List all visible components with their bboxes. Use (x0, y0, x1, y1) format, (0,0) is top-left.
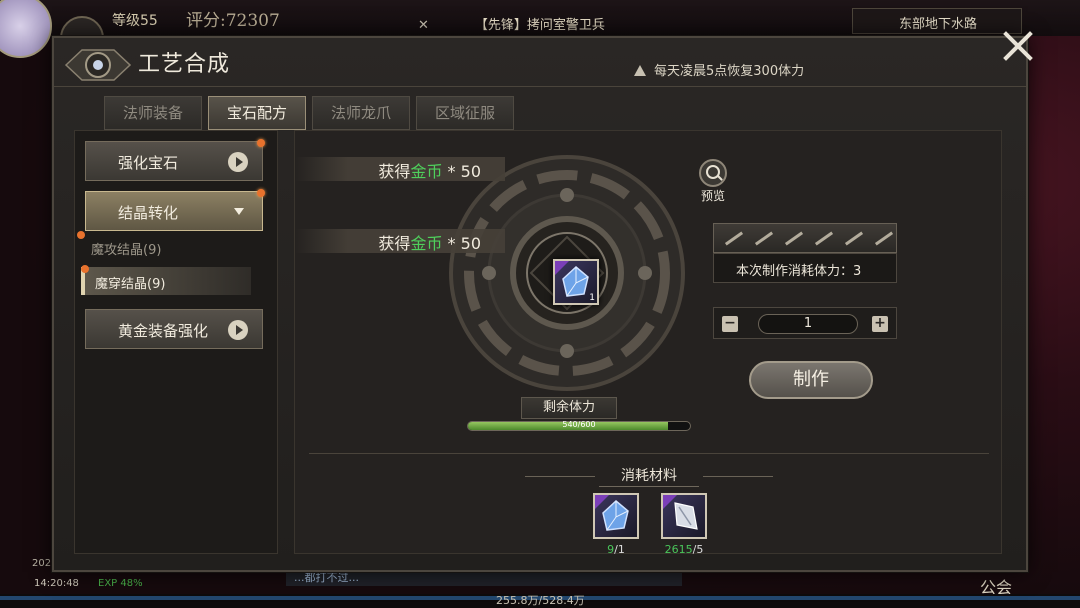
reward-prefix: 获得 (378, 162, 411, 181)
player-score: 评分:72307 (186, 11, 280, 31)
category-label: 结晶转化 (118, 204, 179, 222)
quantity-stepper: − 1 + (713, 307, 897, 339)
product-count: 1 (589, 293, 595, 303)
exp-label: EXP 48% (98, 578, 143, 589)
game-screen: 等级55 评分:72307 ✕ 【先锋】拷问室警卫兵 东部地下水路 2025 14… (0, 0, 1080, 608)
category-gold-equip-enhance[interactable]: 黄金装备强化 (85, 309, 263, 349)
wrench-icon (874, 231, 894, 246)
material-count: 9/1 (586, 543, 646, 556)
minus-button[interactable]: − (722, 316, 738, 332)
notification-dot (257, 139, 265, 147)
tab-mage-equipment[interactable]: 法师装备 (104, 96, 202, 130)
material-count: 2615/5 (654, 543, 714, 556)
wrench-icon (784, 231, 804, 246)
warning-icon (634, 65, 646, 76)
material-slot[interactable] (661, 493, 707, 539)
tab-region-conquest[interactable]: 区域征服 (416, 96, 514, 130)
subitem-magic-attack-crystal[interactable]: 魔攻结晶(9) (77, 231, 251, 261)
section-divider (309, 453, 989, 454)
material-slot[interactable] (593, 493, 639, 539)
reward-line: 获得金币 * 50 (295, 157, 505, 181)
category-sidebar: 强化宝石 结晶转化 魔攻结晶(9) 魔穿结晶(9) 黄金装备强化 (74, 130, 278, 554)
product-slot[interactable]: 1 (553, 259, 599, 305)
wrench-icon (754, 231, 774, 246)
stamina-label: 剩余体力 (521, 397, 617, 419)
crafting-window: 工艺合成 每天凌晨5点恢复300体力 法师装备 宝石配方 法师龙爪 区域征服 强… (52, 31, 1033, 572)
category-label: 强化宝石 (118, 154, 179, 172)
player-level: 等级55 (112, 13, 158, 29)
category-enhance-gem[interactable]: 强化宝石 (85, 139, 265, 181)
wrench-icon (814, 231, 834, 246)
reward-line: 获得金币 * 50 (295, 229, 505, 253)
tool-durability-strip (713, 223, 897, 253)
category-label: 黄金装备强化 (118, 322, 209, 340)
window-emblem-icon (64, 49, 132, 81)
magnifier-icon (699, 159, 727, 187)
stamina-text: 540/600 (562, 420, 596, 429)
subitem-label: 魔攻结晶(9) (91, 243, 162, 258)
ornament-line (703, 476, 773, 477)
stamina-cost-label: 本次制作消耗体力：3 (713, 253, 897, 283)
materials-title: 消耗材料 (599, 465, 699, 487)
tab-gem-recipes[interactable]: 宝石配方 (208, 96, 306, 130)
reward-amount: * 50 (447, 162, 481, 181)
subitem-magic-pierce-crystal[interactable]: 魔穿结晶(9) (81, 265, 251, 295)
chevron-down-icon (234, 208, 244, 215)
reward-currency: 金币 (410, 162, 443, 181)
notice-text: 每天凌晨5点恢复300体力 (654, 64, 805, 79)
play-arrow-icon (228, 152, 248, 172)
play-arrow-icon (228, 320, 248, 340)
material-have: 2615 (664, 543, 693, 556)
wrench-icon (724, 231, 744, 246)
quest-tracker[interactable]: ✕ 【先锋】拷问室警卫兵 (418, 14, 605, 33)
material-need: /5 (692, 543, 704, 556)
subitem-label: 魔穿结晶(9) (95, 277, 166, 292)
notification-dot (77, 231, 85, 239)
close-button[interactable] (1000, 28, 1036, 64)
preview-label: 预览 (700, 189, 725, 203)
craft-button[interactable]: 制作 (749, 361, 873, 399)
notification-dot (257, 189, 265, 197)
stamina-notice: 每天凌晨5点恢复300体力 (634, 60, 804, 79)
ornament-line (525, 476, 595, 477)
category-crystal-convert[interactable]: 结晶转化 (85, 189, 265, 231)
header-divider (54, 86, 1026, 87)
close-icon[interactable]: ✕ (418, 18, 429, 33)
quantity-value[interactable]: 1 (758, 314, 858, 334)
preview-button[interactable]: 预览 (693, 159, 733, 203)
reward-currency: 金币 (410, 234, 443, 253)
notification-dot (81, 265, 89, 273)
quest-title: 【先锋】拷问室警卫兵 (474, 18, 605, 33)
clock-label: 14:20:48 (34, 578, 79, 589)
material-need: /1 (614, 543, 625, 556)
plus-button[interactable]: + (872, 316, 888, 332)
wrench-icon (844, 231, 864, 246)
window-title: 工艺合成 (138, 52, 231, 77)
reward-amount: * 50 (447, 234, 481, 253)
reward-prefix: 获得 (378, 234, 411, 253)
player-avatar[interactable] (0, 0, 52, 58)
tab-mage-claw[interactable]: 法师龙爪 (312, 96, 410, 130)
exp-bar-text: 255.8万/528.4万 (496, 594, 585, 607)
location-label: 东部地下水路 (852, 8, 1022, 34)
crafting-panel: 获得金币 * 50 获得金币 * 50 预览 1 本次制作消耗体力：3 − 1 … (294, 130, 1002, 556)
